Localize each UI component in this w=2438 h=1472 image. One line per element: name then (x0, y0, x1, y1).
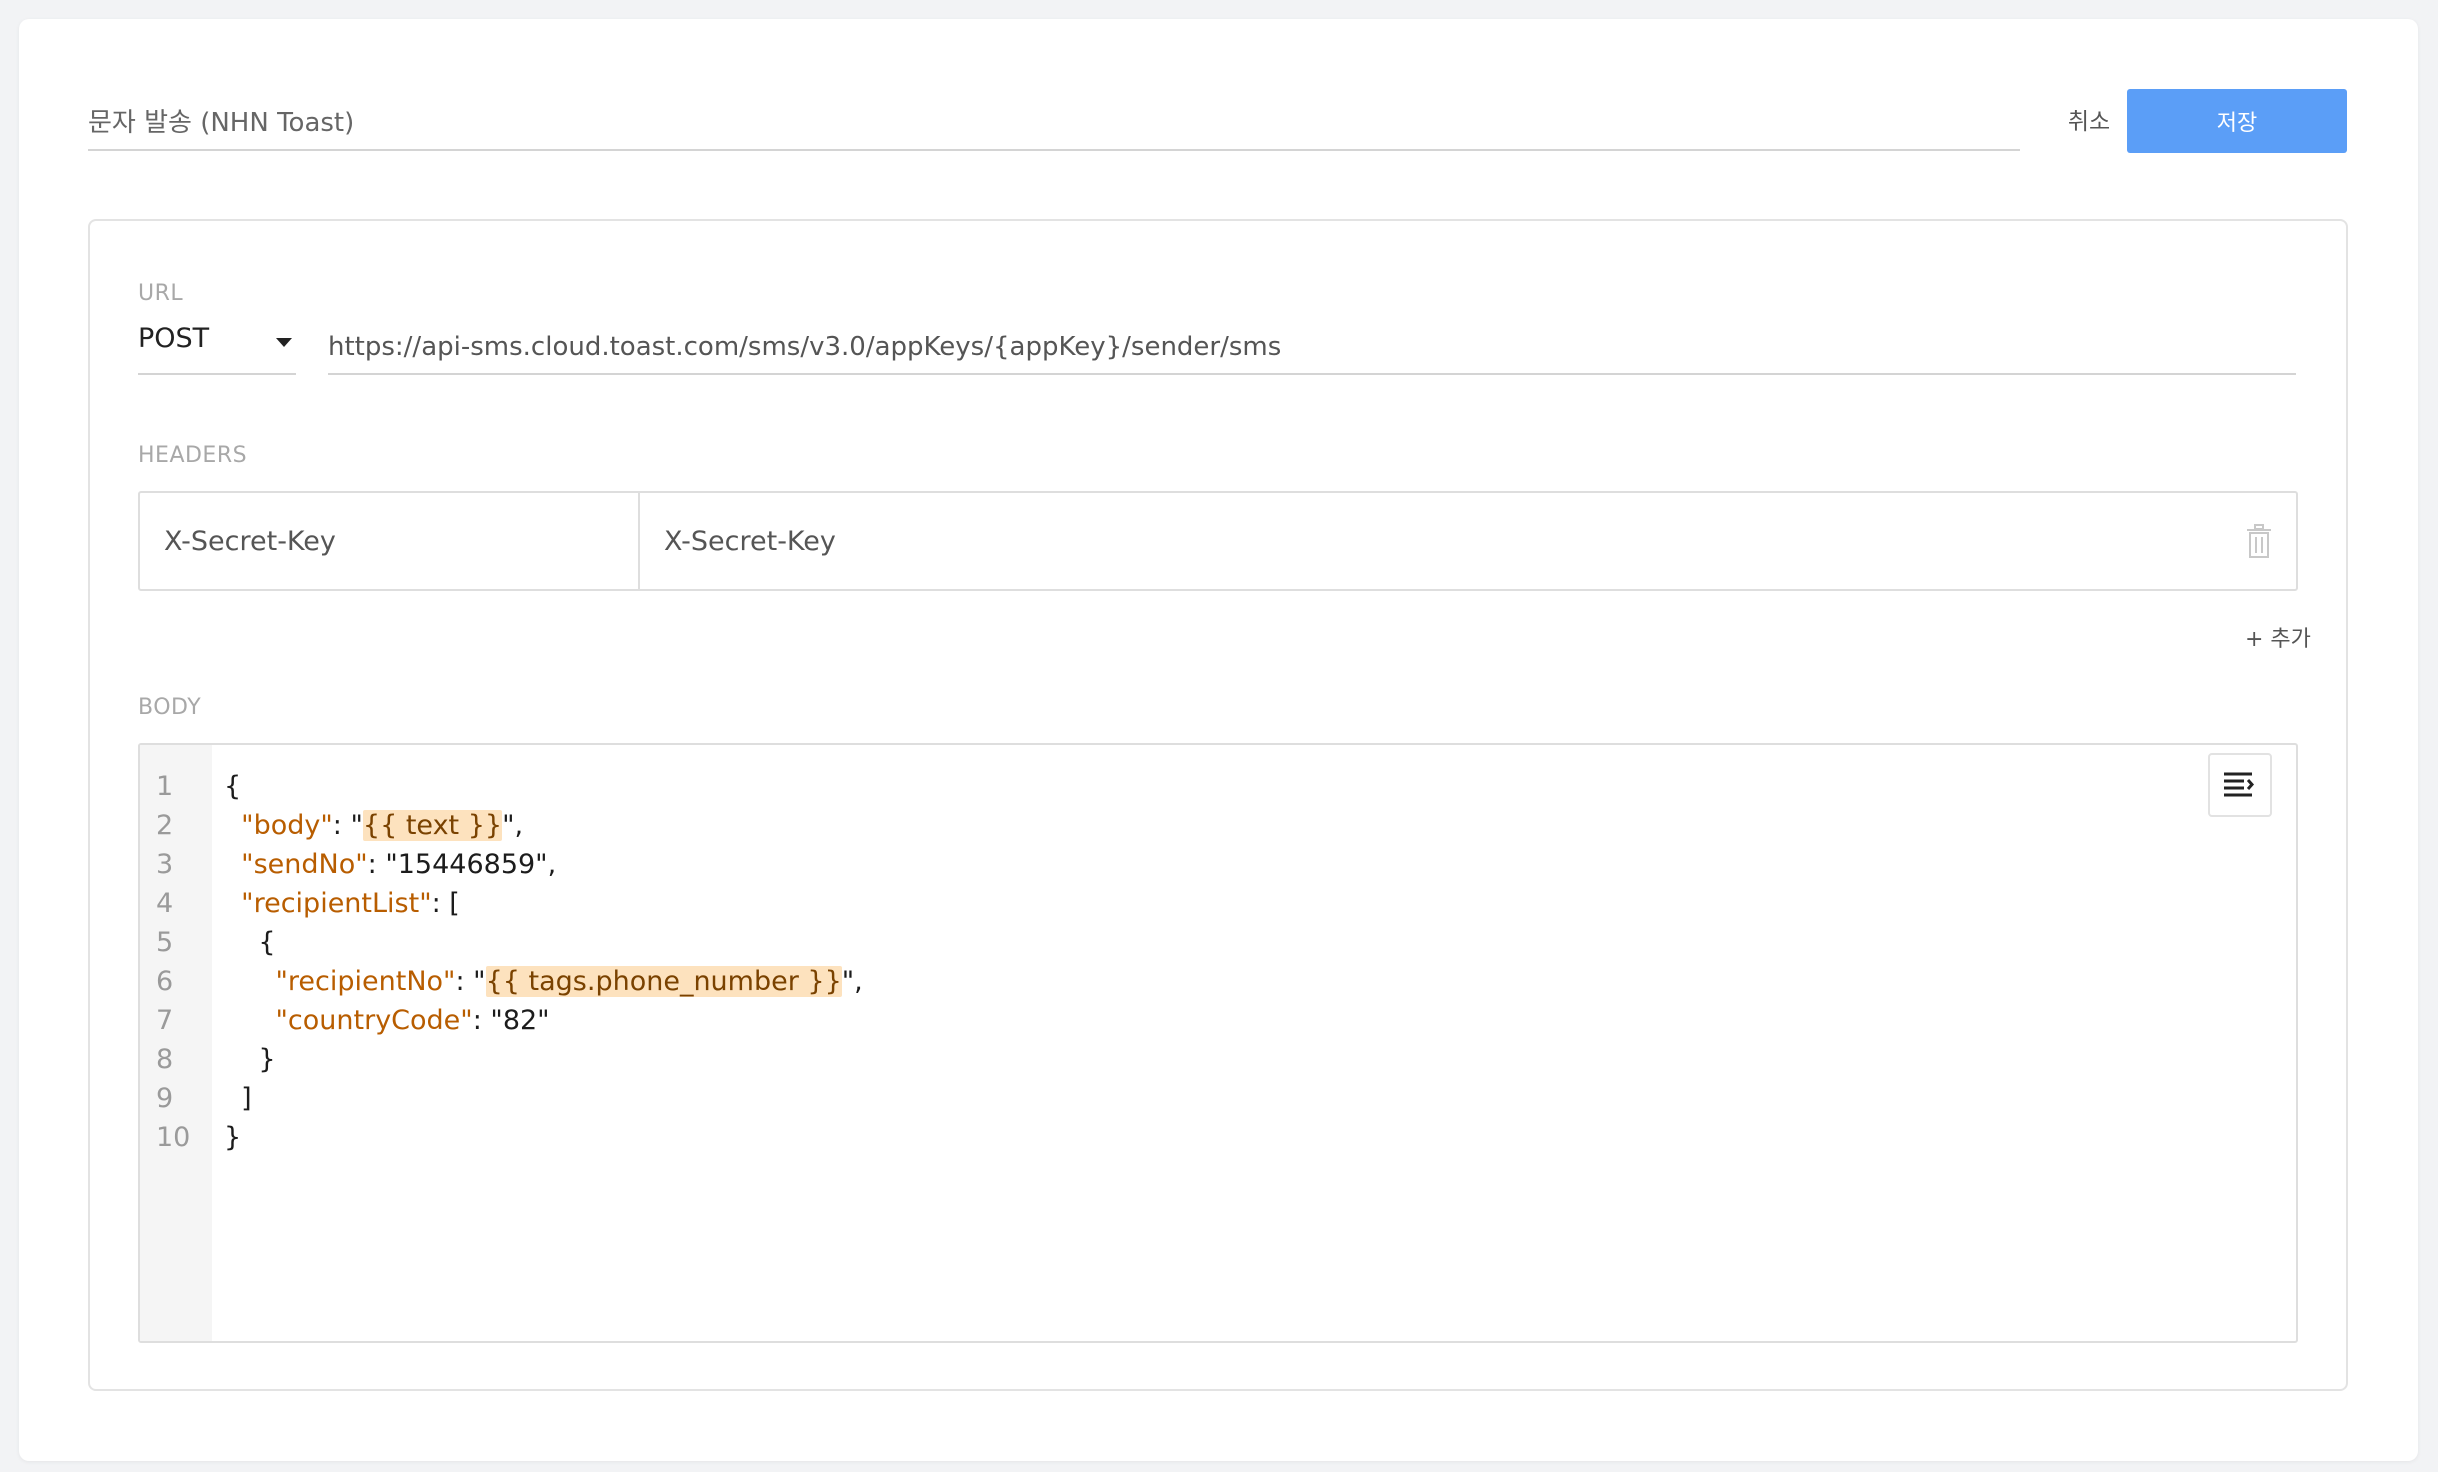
line-number: 8 (156, 1044, 174, 1075)
code-line: } (224, 1044, 276, 1075)
cancel-button[interactable]: 취소 (2039, 89, 2139, 149)
method-value: POST (138, 323, 210, 354)
code-text: : "82" (472, 1005, 550, 1036)
code-text: ", (841, 966, 863, 997)
code-text: } (224, 1122, 242, 1153)
code-line: "recipientList": [ (224, 888, 460, 919)
code-text: } (224, 1044, 276, 1075)
webhook-editor-card: 취소 저장 URL POST HEADERS + 추가 BODY (19, 19, 2418, 1461)
header-key-input[interactable] (140, 493, 640, 589)
code-line: "recipientNo": "{{ tags.phone_number }}"… (224, 966, 863, 997)
code-text: { (224, 771, 242, 802)
json-key: "recipientNo" (275, 966, 456, 997)
body-code-editor[interactable]: 1 2 3 4 5 6 7 8 9 10{ "body": "{{ text }}", "send… (138, 743, 2298, 1343)
line-number: 4 (156, 888, 174, 919)
code-text: : " (332, 810, 363, 841)
caret-down-icon (276, 338, 292, 347)
request-config-panel: URL POST HEADERS + 추가 BODY (88, 219, 2348, 1391)
line-number: 10 (156, 1122, 191, 1153)
code-text: ] (224, 1083, 252, 1114)
save-button[interactable]: 저장 (2127, 89, 2347, 153)
line-number: 9 (156, 1083, 174, 1114)
code-text: ", (502, 810, 524, 841)
code-line: "sendNo": "15446859", (224, 849, 556, 880)
body-section-label: BODY (138, 695, 202, 720)
line-number: 3 (156, 849, 174, 880)
json-key: "body" (241, 810, 333, 841)
json-key: "countryCode" (275, 1005, 473, 1036)
method-select[interactable]: POST (138, 323, 296, 375)
code-line: { (224, 927, 276, 958)
line-number: 1 (156, 771, 174, 802)
code-line: { (224, 771, 241, 802)
header-value-input[interactable] (640, 493, 2200, 589)
template-variable: {{ text }} (362, 810, 503, 841)
line-number: 5 (156, 927, 174, 958)
json-key: "sendNo" (241, 849, 368, 880)
code-text: : [ (431, 888, 460, 919)
code-line: } (224, 1122, 241, 1153)
line-number-gutter (140, 745, 212, 1341)
url-section-label: URL (138, 281, 184, 306)
code-text: : " (455, 966, 486, 997)
code-line: "body": "{{ text }}", (224, 810, 523, 841)
code-text: : "15446859", (367, 849, 557, 880)
header-row (138, 491, 2298, 591)
code-line: ] (224, 1083, 252, 1114)
line-number: 2 (156, 810, 174, 841)
add-header-link[interactable]: + 추가 (2245, 621, 2311, 653)
format-button[interactable] (2208, 753, 2272, 817)
json-key: "recipientList" (241, 888, 432, 919)
format-align-icon (2224, 772, 2255, 797)
headers-section-label: HEADERS (138, 443, 248, 468)
url-input[interactable] (328, 321, 2296, 375)
trash-icon[interactable] (2244, 523, 2274, 559)
template-variable: {{ tags.phone_number }} (485, 966, 842, 997)
line-number: 6 (156, 966, 174, 997)
line-number: 7 (156, 1005, 174, 1036)
title-input[interactable] (88, 91, 2020, 151)
code-text: { (224, 927, 276, 958)
code-line: "countryCode": "82" (224, 1005, 550, 1036)
